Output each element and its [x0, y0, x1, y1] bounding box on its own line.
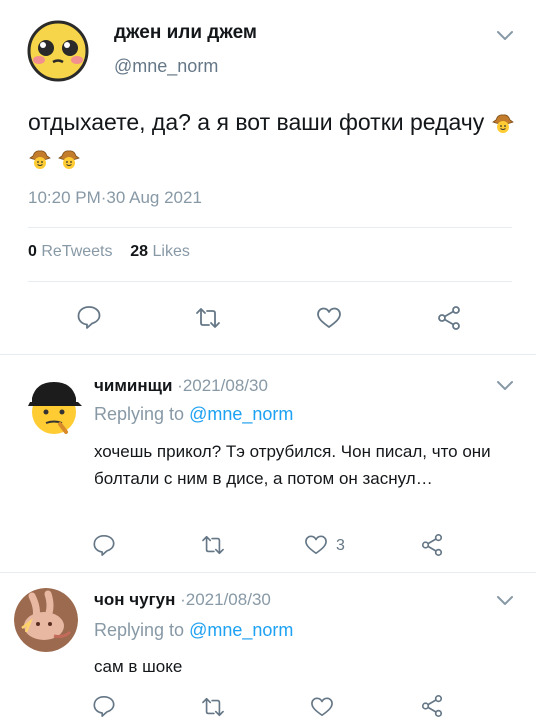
main-tweet-body: отдыхаете, да? а я вот ваши фотки редачу: [28, 109, 485, 135]
chevron-down-icon[interactable]: [496, 380, 514, 392]
cowboy-emoji-icon: [491, 109, 514, 135]
divider: [28, 281, 512, 282]
chevron-down-icon[interactable]: [496, 595, 514, 607]
retweet-icon[interactable]: [194, 306, 222, 330]
like-icon[interactable]: [316, 306, 342, 330]
tweet-timestamp[interactable]: 10:20 PM·30 Aug 2021: [28, 188, 202, 208]
reply-mention-link[interactable]: @mne_norm: [189, 620, 293, 640]
divider: [28, 227, 512, 228]
reply-display-name[interactable]: чиминщи: [94, 376, 172, 395]
retweets-label[interactable]: ReTweets: [41, 243, 112, 260]
reply-icon[interactable]: [92, 533, 116, 557]
reply-display-name[interactable]: чон чугун: [94, 590, 175, 609]
tweet-stats: 0 ReTweets 28 Likes: [28, 243, 190, 261]
reply-author[interactable]: чон чугун ·2021/08/30: [94, 590, 271, 610]
reply-mention-link[interactable]: @mne_norm: [189, 404, 293, 424]
main-avatar[interactable]: [26, 18, 90, 82]
share-icon[interactable]: [420, 533, 444, 557]
retweet-icon[interactable]: [200, 534, 226, 556]
replying-to: Replying to @mne_norm: [94, 620, 293, 641]
like-count: 3: [336, 537, 345, 554]
main-handle[interactable]: @mne_norm: [114, 56, 218, 77]
cowboy-emoji-icon: [28, 145, 57, 171]
reply-text: хочешь прикол? Тэ отрубился. Чон писал, …: [94, 442, 491, 488]
divider: [0, 354, 536, 355]
likes-label[interactable]: Likes: [153, 243, 190, 260]
chevron-down-icon[interactable]: [496, 30, 514, 42]
main-display-name[interactable]: джен или джем: [114, 22, 257, 44]
share-icon[interactable]: [436, 305, 462, 331]
avatar[interactable]: [14, 588, 78, 652]
replying-label: Replying to: [94, 620, 185, 640]
reply-date: ·2021/08/30: [180, 590, 271, 609]
main-tweet-text: отдыхаете, да? а я вот ваши фотки редачу: [28, 104, 518, 176]
retweets-count[interactable]: 0: [28, 243, 37, 260]
reply-icon[interactable]: [76, 304, 102, 330]
reply-icon[interactable]: [92, 694, 116, 718]
like-icon[interactable]: [310, 696, 334, 718]
avatar[interactable]: [22, 374, 86, 438]
divider: [0, 572, 536, 573]
retweet-icon[interactable]: [200, 696, 226, 718]
reply-date: ·2021/08/30: [177, 376, 268, 395]
reply-author[interactable]: чиминщи ·2021/08/30: [94, 376, 268, 396]
likes-count[interactable]: 28: [130, 243, 148, 260]
cowboy-emoji-icon: [57, 145, 81, 171]
share-icon[interactable]: [420, 694, 444, 718]
replying-label: Replying to: [94, 404, 185, 424]
like-icon[interactable]: [304, 534, 328, 556]
replying-to: Replying to @mne_norm: [94, 404, 293, 425]
reply-text: сам в шоке: [94, 657, 183, 676]
